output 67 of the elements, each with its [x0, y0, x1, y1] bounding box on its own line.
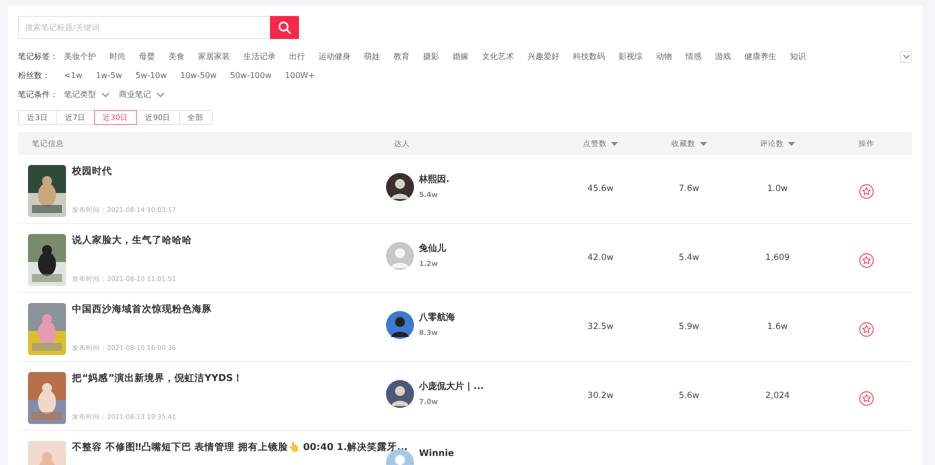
filter-label: 笔记标签：	[18, 51, 59, 62]
filter-option[interactable]: 情感	[686, 51, 702, 62]
likes-count: 32.5w	[588, 322, 614, 332]
filter-dropdown[interactable]: 商业笔记	[119, 89, 165, 100]
filter-option[interactable]: 文化艺术	[482, 51, 514, 62]
note-title[interactable]: 中国西沙海域首次惊现粉色海豚	[72, 303, 212, 316]
author-name[interactable]: 八零航海	[419, 311, 455, 324]
sort-caret-icon	[788, 142, 795, 146]
expand-button[interactable]	[900, 50, 912, 62]
filter-option[interactable]: 1w-5w	[96, 71, 122, 80]
filter-label: 粉丝数：	[18, 70, 51, 81]
likes-count: 42.0w	[588, 253, 614, 263]
likes-count: 30.2w	[588, 391, 614, 401]
search-field[interactable]: 搜索笔记标题/关键词	[18, 16, 270, 39]
filter-option[interactable]: 教育	[394, 51, 410, 62]
avatar	[386, 311, 414, 339]
note-title[interactable]: 说人家脸大，生气了哈哈哈	[72, 234, 192, 247]
author-name[interactable]: Winnie	[419, 449, 454, 459]
note-title[interactable]: 校园时代	[72, 165, 176, 178]
author-name[interactable]: 兔仙儿	[419, 242, 446, 255]
filter-option[interactable]: 家居家装	[198, 51, 230, 62]
filter-option[interactable]: 游戏	[715, 51, 731, 62]
filter-option[interactable]: 兴趣爱好	[528, 51, 560, 62]
author-name[interactable]: 小庞侃大片 | ...	[419, 380, 484, 393]
filter-option[interactable]: 美妆个护	[64, 51, 96, 62]
filter-dropdown[interactable]: 笔记类型	[64, 89, 110, 100]
filter-option[interactable]: 摄影	[423, 51, 439, 62]
filter-option[interactable]: 时尚	[110, 51, 126, 62]
filter-option[interactable]: 出行	[289, 51, 305, 62]
comments-count: 2,024	[765, 391, 790, 401]
chevron-down-icon	[902, 54, 910, 59]
comments-count: 1.0w	[767, 184, 788, 194]
sort-caret-icon	[700, 142, 706, 146]
chevron-down-icon	[101, 92, 110, 98]
chevron-down-icon	[156, 92, 165, 98]
filter-option[interactable]: 50w-100w	[230, 71, 272, 80]
filter-option[interactable]: 美食	[168, 51, 184, 62]
note-title[interactable]: 把“妈感”演出新境界，倪虹洁YYDS！	[72, 372, 243, 385]
comments-count: 1.6w	[767, 322, 788, 332]
filter-option[interactable]: 10w-50w	[180, 71, 217, 80]
avatar	[386, 380, 414, 408]
search-button[interactable]	[270, 16, 299, 39]
filter-option[interactable]: 健康养生	[744, 51, 776, 62]
search-icon	[278, 21, 291, 34]
filter-option[interactable]: 母婴	[139, 51, 155, 62]
sort-caret-icon	[611, 142, 618, 146]
favorites-count: 5.6w	[678, 391, 700, 401]
favorites-count: 5.4w	[678, 253, 700, 263]
filter-option[interactable]: 婚嫁	[452, 51, 468, 62]
filter-option[interactable]: 生活记录	[244, 51, 276, 62]
favorites-count: 5.9w	[678, 322, 700, 332]
filter-option[interactable]: 动物	[656, 51, 672, 62]
filter-option[interactable]: 影视综	[618, 51, 642, 62]
avatar	[386, 173, 414, 201]
author-name[interactable]: 林熙因.	[419, 173, 450, 186]
filter-option[interactable]: 100W+	[285, 71, 315, 80]
likes-count: 45.6w	[588, 184, 614, 194]
filter-option[interactable]: 运动健身	[318, 51, 350, 62]
filter-option[interactable]: <1w	[64, 71, 82, 80]
favorites-count: 7.6w	[678, 184, 700, 194]
comments-count: 1,609	[765, 253, 790, 263]
filter-option[interactable]: 知识	[790, 51, 806, 62]
filter-option[interactable]: 萌娃	[364, 51, 380, 62]
filter-option[interactable]: 科技数码	[573, 51, 605, 62]
filter-label: 笔记条件：	[18, 89, 59, 100]
avatar	[386, 242, 414, 270]
filter-option[interactable]: 5w-10w	[136, 71, 167, 80]
